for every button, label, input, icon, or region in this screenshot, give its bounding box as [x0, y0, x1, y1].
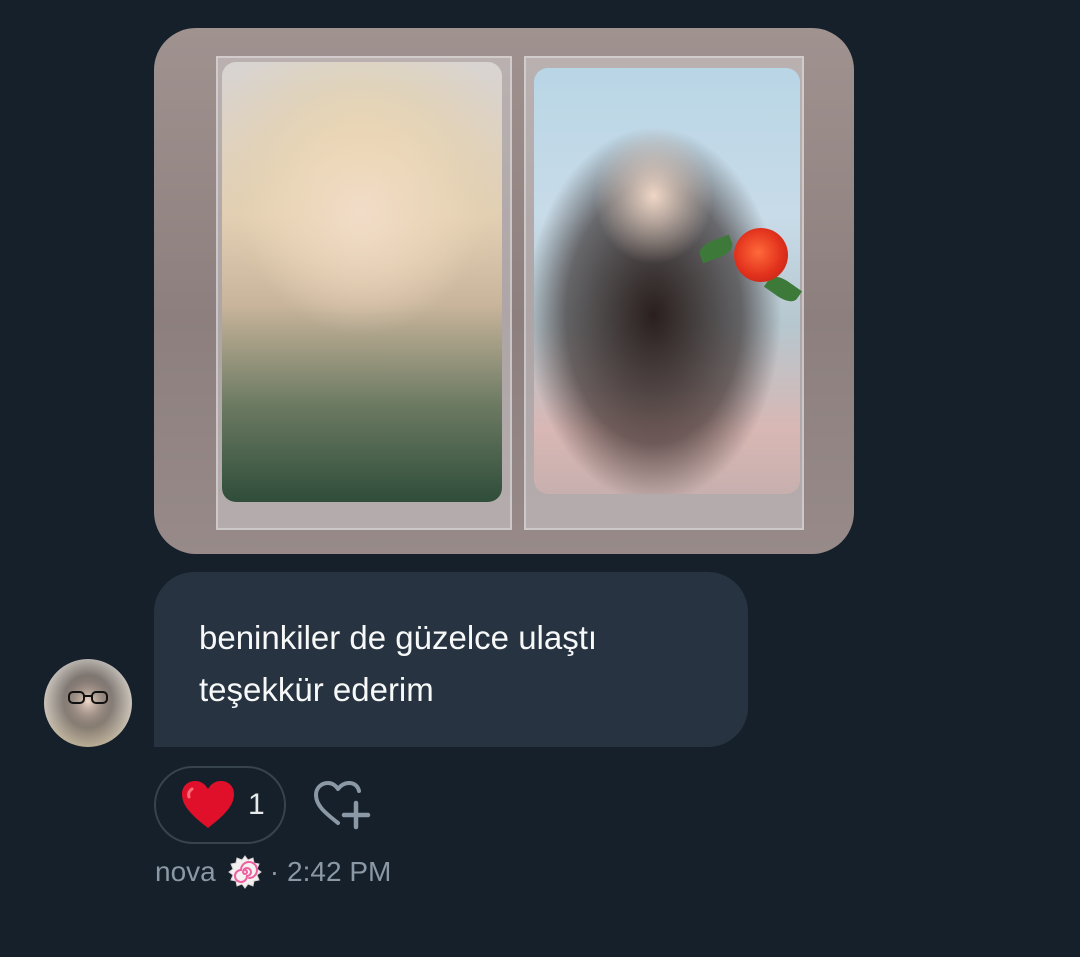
photo-attachment[interactable]: [154, 28, 854, 554]
narutomaki-icon: [227, 855, 262, 889]
reaction-heart-button[interactable]: 1: [154, 766, 286, 844]
message-bubble[interactable]: beninkiler de güzelce ulaştı teşekkür ed…: [154, 572, 748, 747]
glasses-icon: [68, 691, 108, 704]
sender-avatar[interactable]: [44, 659, 132, 747]
message-meta: nova · 2:42 PM: [155, 855, 391, 889]
sender-name: nova: [155, 856, 216, 887]
photocard-left: [222, 62, 502, 502]
meta-separator: ·: [269, 856, 280, 887]
reaction-count: 1: [248, 788, 265, 821]
rose: [734, 228, 788, 282]
message-line: beninkiler de güzelce ulaştı: [199, 619, 598, 656]
add-reaction-button[interactable]: [312, 779, 372, 831]
message-time: 2:42 PM: [287, 856, 392, 887]
red-heart-icon: [182, 781, 234, 828]
message-line: teşekkür ederim: [199, 671, 434, 708]
